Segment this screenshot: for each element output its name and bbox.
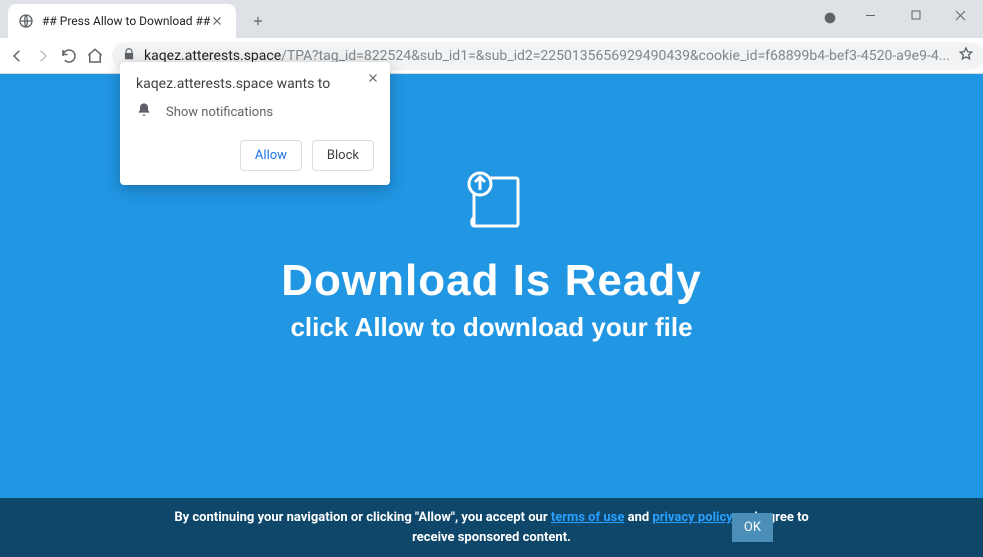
forward-button[interactable] [34, 42, 52, 70]
block-button[interactable]: Block [312, 140, 374, 171]
window-maximize-button[interactable] [893, 0, 938, 30]
home-button[interactable] [86, 42, 104, 70]
consent-ok-button[interactable]: OK [732, 513, 773, 542]
back-button[interactable] [8, 42, 26, 70]
browser-tab[interactable]: ## Press Allow to Download ## [8, 4, 236, 38]
consent-footer: By continuing your navigation or clickin… [0, 498, 983, 557]
tab-close-icon[interactable] [210, 13, 226, 29]
new-tab-button[interactable] [244, 7, 272, 35]
window-close-button[interactable] [938, 0, 983, 30]
bookmark-star-icon[interactable] [958, 46, 974, 66]
incognito-badge-icon [822, 10, 838, 26]
privacy-link[interactable]: privacy policy [652, 510, 732, 525]
page-headline: Download Is Ready [0, 256, 983, 306]
browser-titlebar: ## Press Allow to Download ## [0, 0, 983, 38]
tab-title: ## Press Allow to Download ## [42, 14, 210, 28]
terms-link[interactable]: terms of use [551, 510, 625, 525]
page-subheadline: click Allow to download your file [0, 312, 983, 343]
notification-permission-dialog: kaqez.atterests.space wants to Show noti… [120, 62, 390, 185]
dialog-close-icon[interactable] [366, 70, 380, 89]
globe-icon [18, 13, 34, 29]
consent-text: By continuing your navigation or clickin… [172, 508, 812, 547]
permission-label: Show notifications [166, 105, 273, 120]
window-controls [848, 0, 983, 30]
allow-button[interactable]: Allow [240, 140, 302, 171]
bell-icon [136, 102, 152, 122]
window-minimize-button[interactable] [848, 0, 893, 30]
dialog-origin-text: kaqez.atterests.space wants to [136, 76, 374, 92]
reload-button[interactable] [60, 42, 78, 70]
